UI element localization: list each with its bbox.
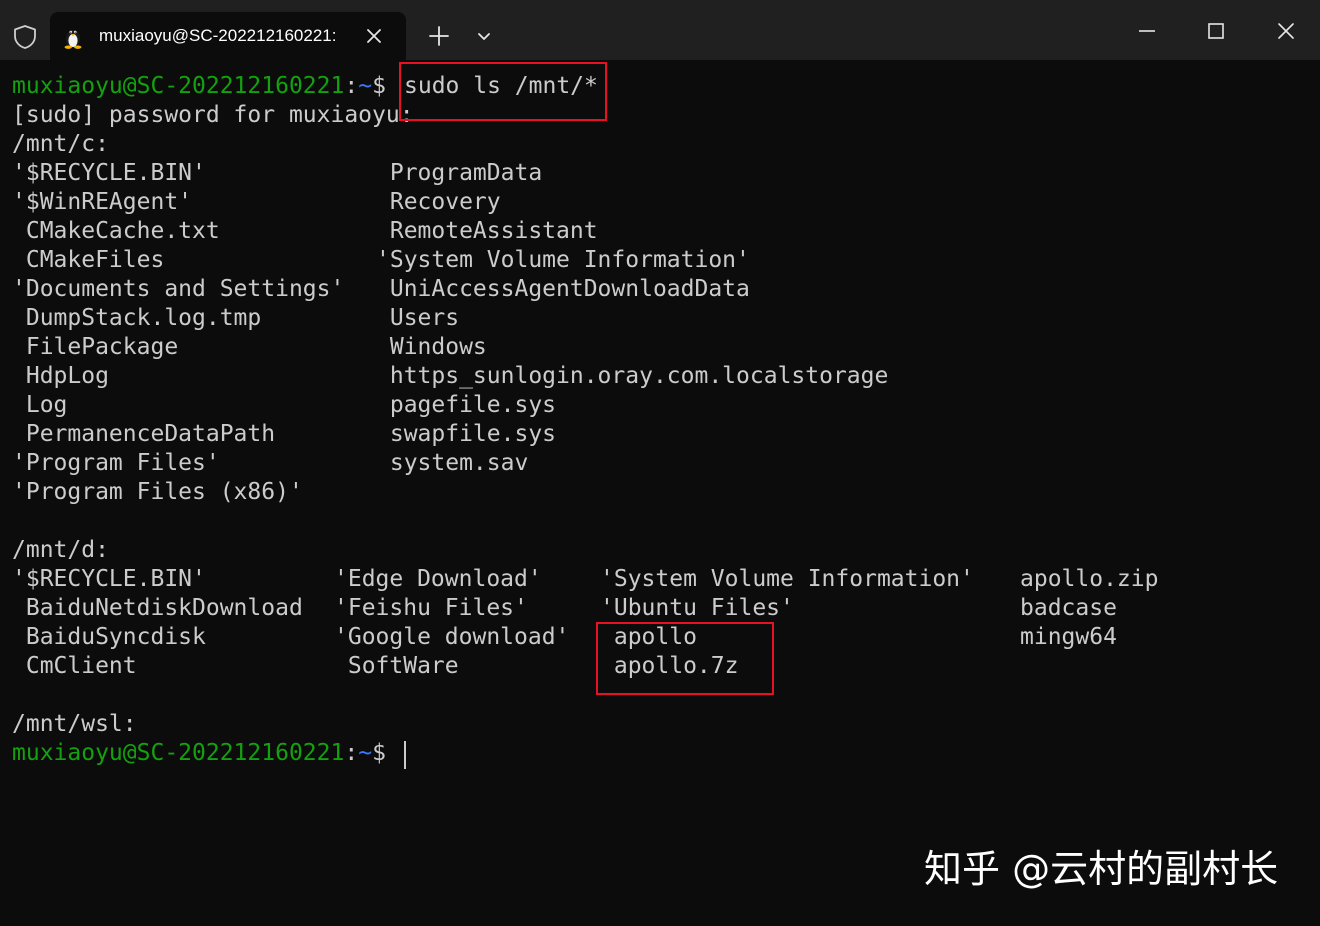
- mnt-c-header: /mnt/c:: [12, 131, 109, 157]
- mnt-c-entry: CMakeCache.txt: [12, 218, 220, 244]
- mnt-c-entry: DumpStack.log.tmp: [12, 305, 262, 331]
- mnt-d-entry: 'System Volume Information': [600, 566, 974, 592]
- mnt-d-entry: 'Ubuntu Files': [600, 595, 794, 621]
- chevron-down-icon[interactable]: [472, 24, 496, 48]
- prompt-colon: :: [344, 73, 359, 99]
- mnt-d-entry: '$RECYCLE.BIN': [12, 566, 206, 592]
- mnt-d-entry: CmClient: [12, 653, 137, 679]
- mnt-d-entry: 'Edge Download': [334, 566, 542, 592]
- tab-title: muxiaoyu@SC-202212160221:: [99, 26, 337, 45]
- mnt-d-entry: 'Feishu Files': [334, 595, 528, 621]
- command-highlight-box: [399, 62, 607, 121]
- minimize-icon[interactable]: [1131, 15, 1163, 47]
- close-window-icon[interactable]: [1270, 15, 1302, 47]
- shield-icon[interactable]: [12, 24, 38, 50]
- mnt-c-entry: Windows: [376, 334, 487, 360]
- mnt-d-entry: 'Google download': [334, 624, 570, 650]
- text-cursor: [404, 741, 406, 769]
- mnt-wsl-header: /mnt/wsl:: [12, 711, 137, 737]
- mnt-c-entry: Users: [376, 305, 460, 331]
- mnt-c-entry: PermanenceDataPath: [12, 421, 276, 447]
- prompt-line: muxiaoyu@SC-202212160221:~$: [12, 739, 400, 768]
- mnt-c-entry: Log: [12, 392, 68, 418]
- prompt-dollar: $: [372, 740, 400, 766]
- prompt-path: ~: [358, 73, 373, 99]
- mnt-c-entry: 'Program Files (x86)': [12, 479, 303, 505]
- mnt-c-entry: Recovery: [376, 189, 501, 215]
- tab-terminal[interactable]: muxiaoyu@SC-202212160221:: [50, 12, 406, 60]
- mnt-c-entry: '$WinREAgent': [12, 189, 193, 215]
- prompt-path: ~: [358, 740, 373, 766]
- watermark: 知乎 @云村的副村长: [924, 847, 1279, 891]
- close-tab-icon[interactable]: [364, 26, 384, 46]
- apollo-highlight-box: [596, 622, 774, 695]
- mnt-d-entry: SoftWare: [334, 653, 459, 679]
- new-tab-plus-icon[interactable]: [424, 21, 454, 51]
- mnt-d-entry: BaiduSyncdisk: [12, 624, 206, 650]
- mnt-c-entry: CMakeFiles: [12, 247, 165, 273]
- mnt-c-entry: UniAccessAgentDownloadData: [376, 276, 750, 302]
- terminal-window: muxiaoyu@SC-202212160221: muxiaoyu@SC-20…: [0, 0, 1320, 926]
- mnt-d-entry: apollo.zip: [1020, 566, 1159, 592]
- mnt-c-entry: swapfile.sys: [376, 421, 557, 447]
- mnt-c-entry: 'Documents and Settings': [12, 276, 345, 302]
- prompt-colon: :: [344, 740, 359, 766]
- mnt-d-header: /mnt/d:: [12, 537, 109, 563]
- mnt-c-entry: FilePackage: [12, 334, 179, 360]
- sudo-prompt-line: [sudo] password for muxiaoyu:: [12, 102, 414, 128]
- mnt-c-entry: '$RECYCLE.BIN': [12, 160, 206, 186]
- linux-penguin-icon: [64, 30, 82, 49]
- prompt-user: muxiaoyu@SC-202212160221: [12, 73, 345, 99]
- mnt-d-entry: mingw64: [1020, 624, 1117, 650]
- mnt-d-entry: badcase: [1020, 595, 1117, 621]
- mnt-c-entry: 'System Volume Information': [376, 247, 750, 273]
- terminal-output[interactable]: muxiaoyu@SC-202212160221:~$ sudo ls /mnt…: [0, 60, 1320, 926]
- maximize-icon[interactable]: [1200, 15, 1232, 47]
- mnt-d-entry: BaiduNetdiskDownload: [12, 595, 303, 621]
- mnt-c-entry: RemoteAssistant: [376, 218, 598, 244]
- prompt-line: muxiaoyu@SC-202212160221:~$: [12, 72, 400, 101]
- mnt-c-entry: system.sav: [376, 450, 529, 476]
- mnt-c-entry: https_sunlogin.oray.com.localstorage: [376, 363, 889, 389]
- mnt-c-entry: HdpLog: [12, 363, 109, 389]
- prompt-user: muxiaoyu@SC-202212160221: [12, 740, 345, 766]
- mnt-c-entry: 'Program Files': [12, 450, 220, 476]
- mnt-c-entry: pagefile.sys: [376, 392, 557, 418]
- mnt-c-entry: ProgramData: [376, 160, 543, 186]
- title-bar: muxiaoyu@SC-202212160221:: [0, 0, 1320, 60]
- prompt-dollar: $: [372, 73, 400, 99]
